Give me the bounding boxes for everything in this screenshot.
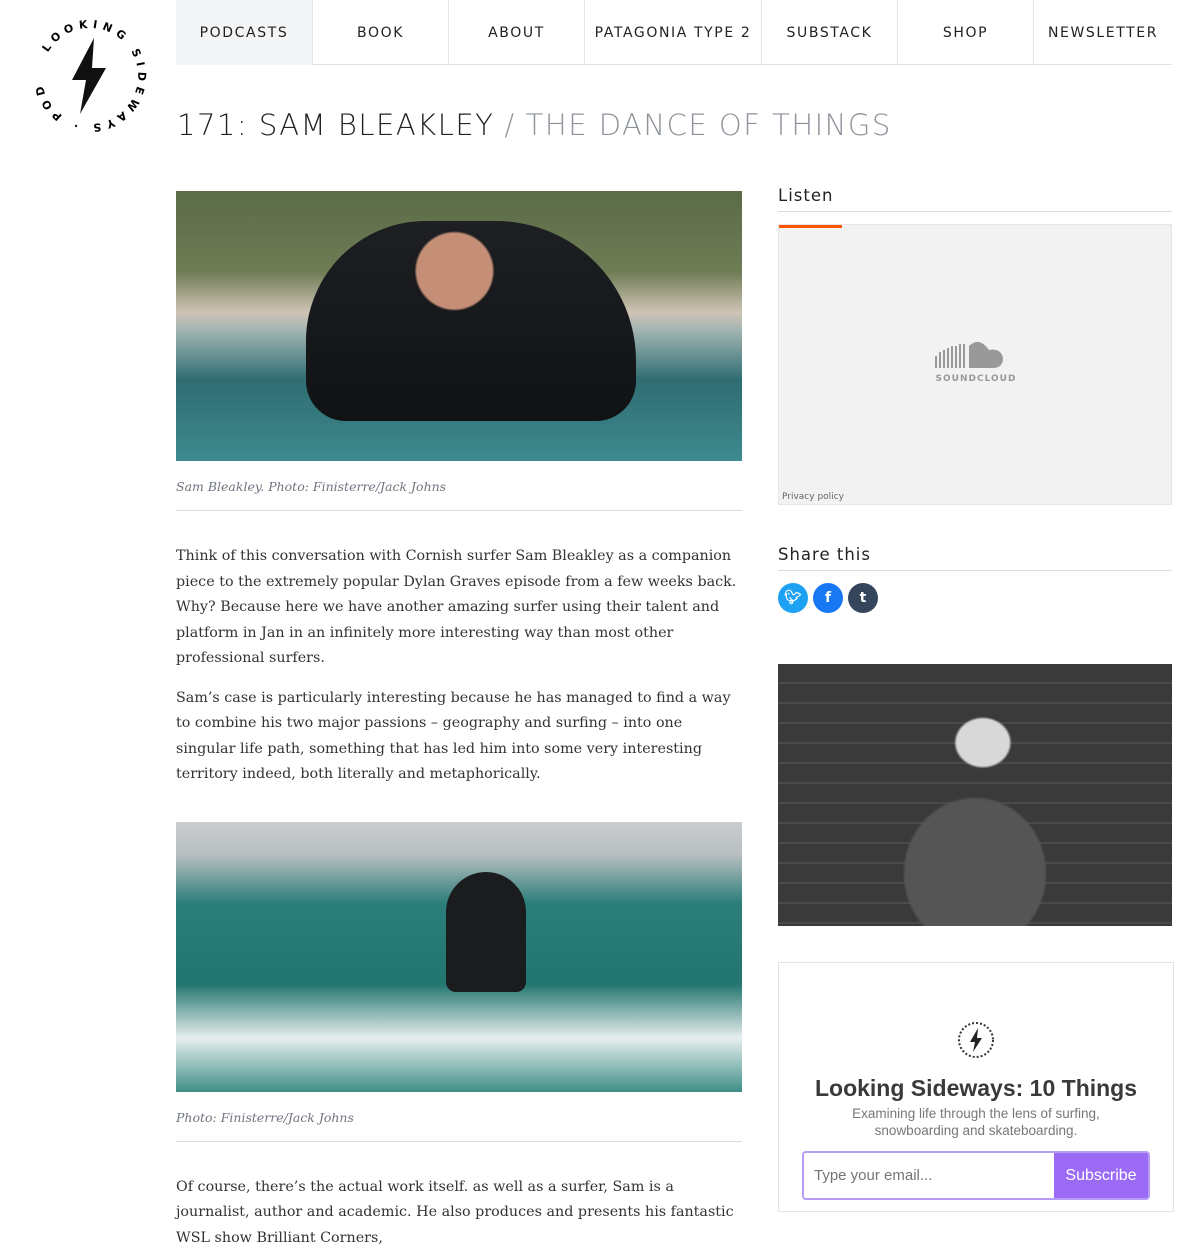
sidebar: Listen SOUNDCLOUD Privacy policy Share t… [778, 186, 1172, 926]
nav-book[interactable]: BOOK [313, 0, 449, 65]
share-heading: Share this [778, 545, 1172, 571]
nav-patagonia-type-2[interactable]: PATAGONIA TYPE 2 [585, 0, 762, 65]
image-caption: Sam Bleakley. Photo: Finisterre/Jack Joh… [176, 479, 742, 511]
nav-newsletter[interactable]: NEWSLETTER [1034, 0, 1172, 65]
guest-portrait [778, 664, 1172, 926]
article-image-2 [176, 822, 742, 1092]
twitter-icon[interactable]: 🐦︎ [778, 583, 808, 613]
nav-shop[interactable]: SHOP [898, 0, 1034, 65]
listen-heading: Listen [778, 186, 1172, 212]
nav-about[interactable]: ABOUT [449, 0, 585, 65]
newsletter-title: Looking Sideways: 10 Things [779, 1075, 1173, 1102]
soundcloud-player[interactable]: SOUNDCLOUD Privacy policy [778, 224, 1172, 505]
article-paragraph: Of course, there’s the actual work itsel… [176, 1175, 742, 1251]
newsletter-description: Examining life through the lens of surfi… [779, 1105, 1173, 1139]
subscribe-form: Subscribe [802, 1151, 1150, 1200]
main-nav: PODCASTS BOOK ABOUT PATAGONIA TYPE 2 SUB… [176, 0, 1172, 65]
page-title: 171: SAM BLEAKLEY/THE DANCE OF THINGS [177, 108, 892, 142]
email-input[interactable] [804, 1153, 1054, 1198]
soundcloud-logo: SOUNDCLOUD [935, 340, 1017, 384]
progress-bar [779, 225, 842, 228]
privacy-policy-link[interactable]: Privacy policy [782, 492, 844, 502]
nav-substack[interactable]: SUBSTACK [762, 0, 898, 65]
article-paragraph: Think of this conversation with Cornish … [176, 544, 742, 672]
article-image-1 [176, 191, 742, 461]
newsletter-signup: Looking Sideways: 10 Things Examining li… [778, 962, 1174, 1212]
newsletter-logo-icon [956, 1020, 996, 1060]
article-paragraph: Sam’s case is particularly interesting b… [176, 686, 742, 788]
article: Sam Bleakley. Photo: Finisterre/Jack Joh… [176, 191, 742, 1251]
share-buttons: 🐦︎ f t [778, 583, 1172, 613]
nav-podcasts[interactable]: PODCASTS [176, 0, 313, 65]
tumblr-icon[interactable]: t [848, 583, 878, 613]
facebook-icon[interactable]: f [813, 583, 843, 613]
image-caption: Photo: Finisterre/Jack Johns [176, 1110, 742, 1142]
site-logo[interactable]: LOOKING SIDEWAYS · PODCAST [28, 14, 152, 138]
subscribe-button[interactable]: Subscribe [1054, 1153, 1148, 1198]
